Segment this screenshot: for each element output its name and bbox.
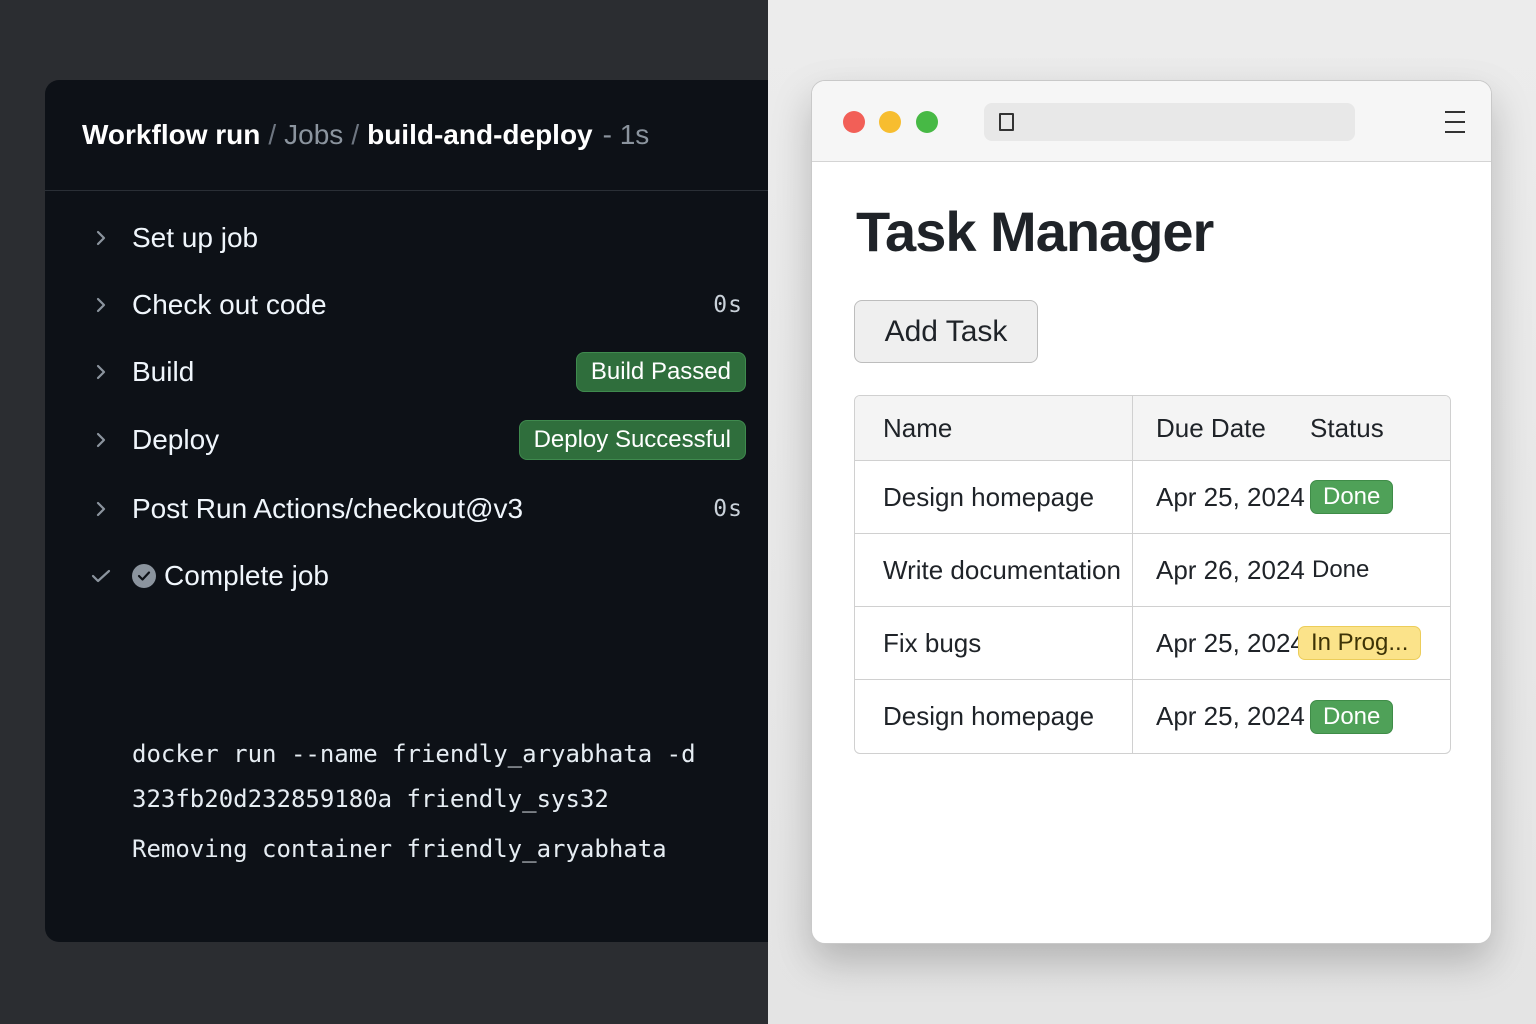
page-icon <box>999 113 1014 131</box>
address-bar[interactable] <box>984 103 1355 141</box>
breadcrumb: Workflow run / Jobs / build-and-deploy -… <box>45 80 768 191</box>
zoom-dot-icon[interactable] <box>916 111 938 133</box>
page-title: Task Manager <box>856 200 1214 263</box>
step-complete-job[interactable]: Complete job <box>45 548 768 604</box>
status-badge: In Prog... <box>1298 626 1422 660</box>
close-dot-icon[interactable] <box>843 111 865 133</box>
log-line: docker run --name friendly_aryabhata -d <box>132 740 696 768</box>
task-name: Write documentation <box>855 534 1133 607</box>
browser-window: Task Manager Add Task Name Due Date Stat… <box>811 80 1492 944</box>
breadcrumb-separator: / <box>351 119 360 150</box>
table-row[interactable]: Fix bugs Apr 25, 2024 In Prog... <box>855 607 1450 680</box>
status-text: Done <box>1312 555 1370 583</box>
table-header-row: Name Due Date Status <box>855 396 1450 461</box>
breadcrumb-job-name: build-and-deploy <box>367 119 593 150</box>
task-table: Name Due Date Status Design homepage Apr… <box>854 395 1451 754</box>
status-badge: Done <box>1310 699 1394 734</box>
step-set-up-job[interactable]: Set up job <box>45 210 768 266</box>
step-label: Deploy <box>132 424 220 455</box>
chevron-right-icon[interactable] <box>91 430 111 450</box>
step-build[interactable]: Build Build Passed <box>45 344 768 400</box>
breadcrumb-workflow-run[interactable]: Workflow run <box>82 119 260 151</box>
step-check-out-code[interactable]: Check out code 0s <box>45 277 768 333</box>
build-passed-badge: Build Passed <box>575 352 746 392</box>
column-header-name[interactable]: Name <box>855 396 1133 461</box>
task-status-cell: Done <box>1310 680 1450 753</box>
chevron-right-icon[interactable] <box>91 499 111 519</box>
task-due-date: Apr 25, 2024 <box>1133 607 1310 680</box>
step-post-run-actions[interactable]: Post Run Actions/checkout@v3 0s <box>45 481 768 537</box>
minimize-dot-icon[interactable] <box>879 111 901 133</box>
table-row[interactable]: Write documentation Apr 26, 2024 Done <box>855 534 1450 607</box>
step-label: Check out code <box>132 289 327 320</box>
add-task-button[interactable]: Add Task <box>854 300 1038 363</box>
breadcrumb-jobs[interactable]: Jobs <box>284 119 343 151</box>
task-status-cell: In Prog... <box>1298 607 1450 680</box>
deploy-successful-badge: Deploy Successful <box>518 420 746 460</box>
job-log-output: docker run --name friendly_aryabhata -d 3… <box>132 731 696 872</box>
task-name: Design homepage <box>855 461 1133 534</box>
step-duration: 0s <box>713 292 743 318</box>
task-due-date: Apr 26, 2024 <box>1133 534 1310 607</box>
step-label: Post Run Actions/checkout@v3 <box>132 493 524 524</box>
step-deploy[interactable]: Deploy Deploy Successful <box>45 412 768 468</box>
chevron-right-icon[interactable] <box>91 295 111 315</box>
column-header-status[interactable]: Status <box>1310 396 1450 461</box>
task-due-date: Apr 25, 2024 <box>1133 461 1310 534</box>
breadcrumb-separator: / <box>268 119 277 150</box>
log-line: 323fb20d232859180a friendly_sys32 <box>132 785 609 813</box>
task-status-cell: Done <box>1310 534 1450 607</box>
table-row[interactable]: Design homepage Apr 25, 2024 Done <box>855 680 1450 753</box>
table-row[interactable]: Design homepage Apr 25, 2024 Done <box>855 461 1450 534</box>
task-name: Design homepage <box>855 680 1133 753</box>
step-duration: 0s <box>713 496 743 522</box>
column-header-due-date[interactable]: Due Date <box>1133 396 1310 461</box>
task-name: Fix bugs <box>855 607 1133 680</box>
checkmark-icon[interactable] <box>91 566 111 586</box>
step-label: Set up job <box>132 222 259 253</box>
chevron-right-icon[interactable] <box>91 228 111 248</box>
task-status-cell: Done <box>1310 461 1450 534</box>
step-label: Build <box>132 356 195 387</box>
browser-titlebar <box>812 81 1491 162</box>
status-badge: Done <box>1310 480 1394 514</box>
step-label: Complete job <box>164 560 329 591</box>
log-line: Removing container friendly_aryabhata <box>132 835 667 863</box>
job-duration: - 1s <box>602 119 650 150</box>
hamburger-menu-icon[interactable] <box>1445 111 1465 133</box>
task-due-date: Apr 25, 2024 <box>1156 701 1305 731</box>
workflow-panel: Workflow run / Jobs / build-and-deploy -… <box>45 80 768 942</box>
check-circle-icon <box>132 564 156 588</box>
chevron-right-icon[interactable] <box>91 362 111 382</box>
